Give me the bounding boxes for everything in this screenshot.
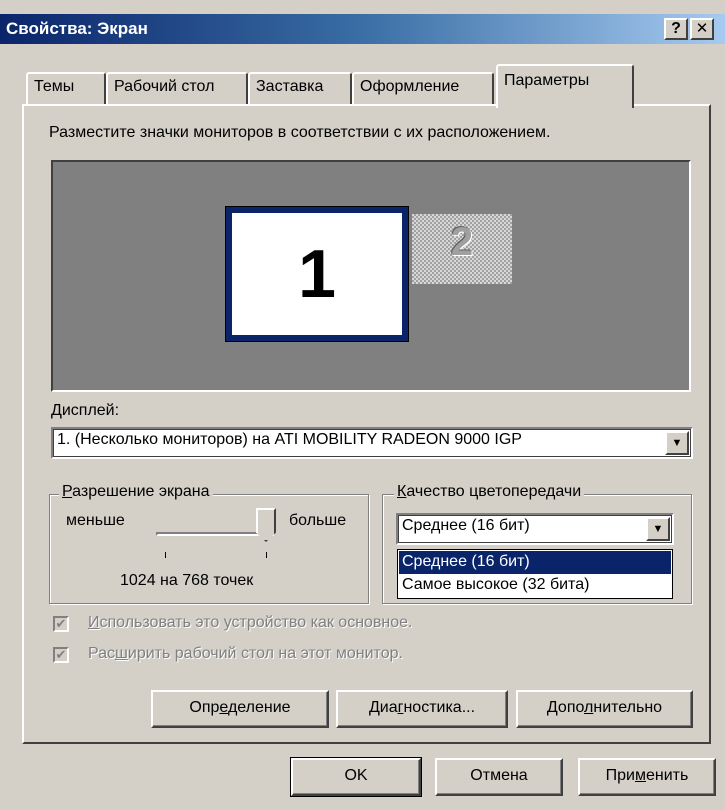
color-option-32bit[interactable]: Самое высокое (32 бита) bbox=[399, 574, 671, 597]
instruction-text: Разместите значки мониторов в соответств… bbox=[49, 124, 551, 141]
cancel-button[interactable]: Отмена bbox=[435, 758, 563, 796]
identify-button[interactable]: Определение bbox=[151, 690, 329, 728]
monitor-1-number: 1 bbox=[298, 236, 336, 312]
extend-desktop-label: Расширить рабочий стол на этот монитор. bbox=[88, 645, 403, 662]
troubleshoot-button[interactable]: Диагностика... bbox=[336, 690, 508, 728]
ok-button[interactable]: OK bbox=[290, 757, 422, 797]
display-label: Дисплей: bbox=[51, 402, 120, 419]
display-select-value: 1. (Несколько мониторов) на ATI MOBILITY… bbox=[57, 431, 522, 448]
apply-button[interactable]: Применить bbox=[578, 758, 716, 796]
display-properties-window: Свойства: Экран ? ✕ Темы Рабочий стол За… bbox=[0, 0, 725, 810]
advanced-button[interactable]: Дополнительно bbox=[516, 690, 693, 728]
monitor-2-icon[interactable]: 2 bbox=[412, 214, 512, 284]
slider-tick-max bbox=[266, 552, 267, 558]
primary-device-checkbox[interactable]: ✔ bbox=[53, 616, 69, 632]
color-quality-group-title: Качество цветопередачи bbox=[394, 483, 585, 501]
monitor-2-number: 2 bbox=[450, 220, 474, 264]
display-select[interactable]: 1. (Несколько мониторов) на ATI MOBILITY… bbox=[51, 427, 693, 459]
monitor-1-icon[interactable]: 1 bbox=[225, 206, 409, 342]
resolution-more-label: больше bbox=[289, 512, 347, 529]
color-quality-dropdown-list: Среднее (16 бит) Самое высокое (32 бита) bbox=[397, 549, 673, 599]
resolution-group-title: Разрешение экрана bbox=[59, 483, 213, 501]
extend-desktop-checkbox[interactable]: ✔ bbox=[53, 647, 69, 663]
chevron-down-icon[interactable]: ▼ bbox=[665, 431, 689, 455]
slider-tick-min bbox=[165, 552, 166, 558]
settings-content: Разместите значки мониторов в соответств… bbox=[0, 0, 725, 810]
color-option-16bit[interactable]: Среднее (16 бит) bbox=[399, 551, 671, 574]
resolution-less-label: меньше bbox=[66, 512, 125, 529]
color-quality-select[interactable]: Среднее (16 бит) ▼ bbox=[396, 513, 674, 545]
chevron-down-icon[interactable]: ▼ bbox=[646, 517, 670, 541]
resolution-value-text: 1024 на 768 точек bbox=[120, 572, 254, 589]
color-quality-select-value: Среднее (16 бит) bbox=[402, 517, 530, 534]
primary-device-label: Использовать это устройство как основное… bbox=[88, 614, 413, 631]
